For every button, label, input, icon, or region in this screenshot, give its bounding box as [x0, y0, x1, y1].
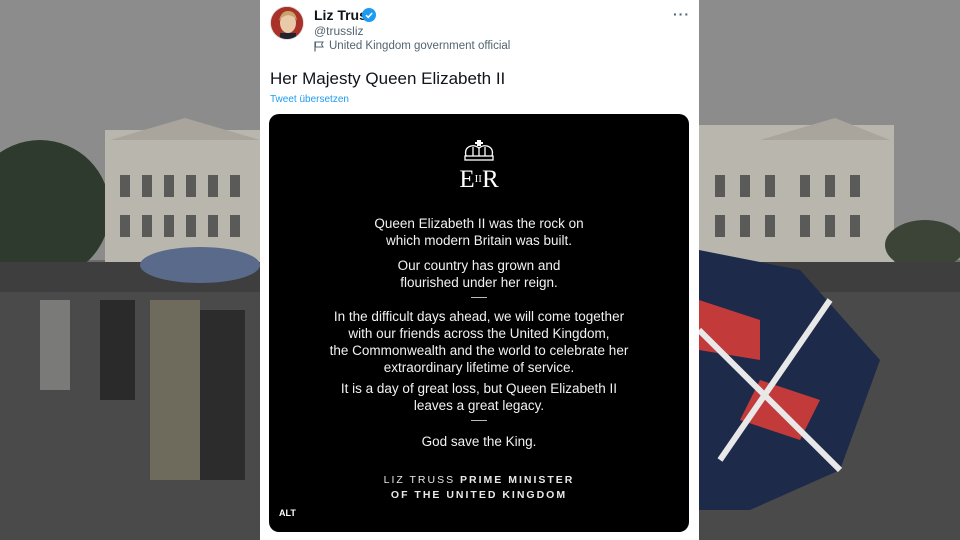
- alt-badge[interactable]: ALT: [279, 508, 296, 518]
- message-line: Queen Elizabeth II was the rock on: [374, 216, 584, 231]
- flag-icon: [314, 41, 324, 51]
- message-line: which modern Britain was built.: [385, 233, 573, 248]
- government-label: United Kingdom government official: [314, 40, 510, 52]
- tweet-image[interactable]: EIIR Queen Elizabeth II was the rock on w…: [269, 114, 689, 532]
- royal-cypher-icon: EIIR: [459, 140, 499, 193]
- signature-name: LIZ TRUSS: [383, 474, 456, 486]
- avatar-image: [271, 7, 303, 39]
- message-paragraph-3: In the difficult days ahead, we will com…: [269, 308, 689, 376]
- tweet-card: Liz Truss @trussliz United Kingdom gover…: [260, 0, 699, 540]
- message-paragraph-2: Our country has grown and flourished unde…: [269, 257, 689, 291]
- government-label-text: United Kingdom government official: [329, 40, 511, 52]
- translate-tweet-link[interactable]: Tweet übersetzen: [270, 94, 349, 105]
- signature-line-2: OF THE UNITED KINGDOM: [269, 488, 689, 503]
- message-line: Our country has grown and: [397, 258, 561, 273]
- avatar[interactable]: [270, 6, 304, 40]
- royal-cypher-text: EIIR: [459, 166, 499, 193]
- more-options-button[interactable]: ···: [673, 6, 690, 22]
- message-paragraph-5: God save the King.: [269, 433, 689, 450]
- message-line: extraordinary lifetime of service.: [383, 360, 575, 375]
- signature-line-1: LIZ TRUSS PRIME MINISTER: [269, 473, 689, 488]
- author-handle[interactable]: @trussliz: [314, 24, 364, 38]
- separator: [471, 297, 487, 298]
- message-line: the Commonwealth and the world to celebr…: [329, 343, 629, 358]
- message-line: leaves a great legacy.: [413, 398, 545, 413]
- separator: [471, 420, 487, 421]
- signature-title-2: OF THE UNITED KINGDOM: [390, 489, 568, 501]
- verified-badge-icon: [362, 8, 376, 22]
- tweet-text: Her Majesty Queen Elizabeth II: [270, 69, 506, 88]
- message-line: God save the King.: [421, 434, 537, 449]
- message-line: In the difficult days ahead, we will com…: [333, 309, 625, 324]
- message-line: flourished under her reign.: [400, 275, 558, 290]
- message-line: It is a day of great loss, but Queen Eli…: [340, 381, 618, 396]
- signature-title-1: PRIME MINISTER: [460, 474, 575, 486]
- message-paragraph-4: It is a day of great loss, but Queen Eli…: [269, 380, 689, 414]
- message-paragraph-1: Queen Elizabeth II was the rock on which …: [269, 215, 689, 249]
- message-line: with our friends across the United Kingd…: [348, 326, 610, 341]
- signature: LIZ TRUSS PRIME MINISTER OF THE UNITED K…: [269, 473, 689, 503]
